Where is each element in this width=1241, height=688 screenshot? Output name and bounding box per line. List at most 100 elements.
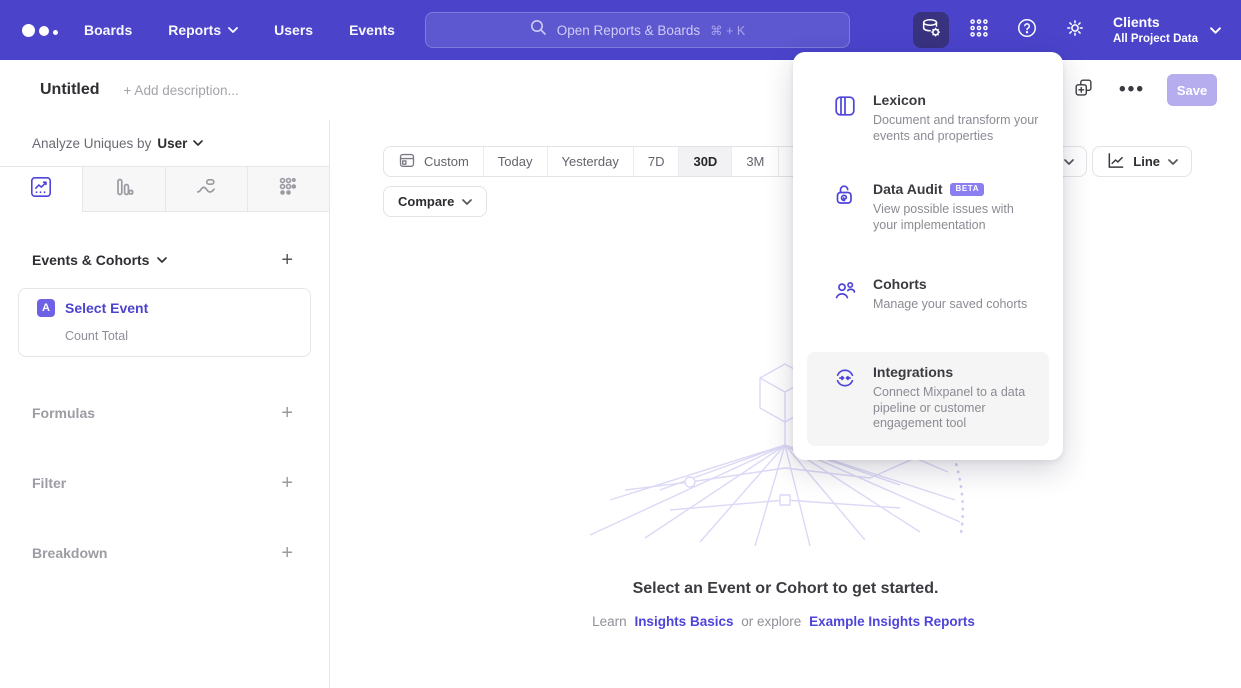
help-icon <box>1016 17 1038 44</box>
formulas-label: Formulas <box>32 405 95 421</box>
empty-state: Select an Event or Cohort to get started… <box>330 580 1241 629</box>
add-formula-button[interactable]: + <box>281 405 293 421</box>
menu-item-description: Connect Mixpanel to a data pipeline or c… <box>873 385 1039 432</box>
event-badge: A <box>37 299 55 317</box>
flow-chart-icon <box>194 175 218 204</box>
menu-item-title: Lexicon <box>873 92 926 108</box>
tab-line-chart[interactable] <box>0 167 82 212</box>
learn-text: Learn <box>592 614 627 629</box>
nav-label: Boards <box>84 22 132 38</box>
search-shortcut: ⌘ + K <box>710 23 745 38</box>
search-placeholder: Open Reports & Boards <box>557 23 700 38</box>
menu-item-data-audit[interactable]: Data Audit BETA View possible issues wit… <box>807 171 1049 243</box>
navbar-right: Clients All Project Data <box>913 0 1241 60</box>
beta-badge: BETA <box>950 183 984 196</box>
nav-item-events[interactable]: Events <box>349 22 395 38</box>
project-name: All Project Data <box>1113 32 1198 46</box>
analyze-value-dropdown[interactable]: User <box>157 136 203 151</box>
analyze-value: User <box>157 136 187 151</box>
calendar-icon <box>398 151 416 172</box>
range-yesterday[interactable]: Yesterday <box>547 147 633 176</box>
scatter-chart-icon <box>276 175 300 204</box>
tab-scatter-chart[interactable] <box>247 167 329 212</box>
events-cohorts-label: Events & Cohorts <box>32 252 149 268</box>
add-filter-button[interactable]: + <box>281 475 293 491</box>
breakdown-label: Breakdown <box>32 545 107 561</box>
range-7d[interactable]: 7D <box>633 147 679 176</box>
menu-item-integrations[interactable]: Integrations Connect Mixpanel to a data … <box>807 352 1049 446</box>
org-name: Clients <box>1113 14 1198 32</box>
range-label: Custom <box>424 154 469 169</box>
project-switcher[interactable]: Clients All Project Data <box>1113 14 1221 46</box>
chevron-down-icon <box>1064 159 1074 165</box>
menu-item-description: Manage your saved cohorts <box>873 297 1027 313</box>
data-audit-icon <box>833 183 857 207</box>
nav-item-boards[interactable]: Boards <box>84 22 132 38</box>
query-builder-sidebar: Analyze Uniques by User Events & Cohorts <box>0 120 330 688</box>
tab-flow-chart[interactable] <box>165 167 247 212</box>
data-management-button[interactable] <box>913 12 949 48</box>
tab-bar-chart[interactable] <box>82 167 164 212</box>
top-navbar: Boards Reports Users Events Open Reports… <box>0 0 1241 60</box>
range-label: 3M <box>746 154 764 169</box>
chevron-down-icon <box>1210 27 1221 34</box>
range-custom[interactable]: Custom <box>384 147 483 176</box>
settings-button[interactable] <box>1057 12 1093 48</box>
chart-type-tabs <box>0 166 329 212</box>
report-header-actions: ••• Save <box>1071 60 1217 120</box>
cohorts-people-icon <box>833 278 857 302</box>
report-title[interactable]: Untitled <box>40 81 100 99</box>
date-range-selector: Custom Today Yesterday 7D 30D 3M 6M <box>383 146 826 177</box>
formulas-section: Formulas + <box>32 399 293 427</box>
mixpanel-logo-icon[interactable] <box>22 24 66 37</box>
nav-item-reports[interactable]: Reports <box>168 22 238 38</box>
menu-item-description: View possible issues with your implement… <box>873 202 1039 233</box>
global-search-input[interactable]: Open Reports & Boards ⌘ + K <box>425 12 850 48</box>
add-event-button[interactable]: + <box>281 252 293 268</box>
duplicate-button[interactable] <box>1071 77 1097 103</box>
count-total-dropdown[interactable]: Count Total <box>65 329 128 343</box>
example-reports-link[interactable]: Example Insights Reports <box>809 614 975 629</box>
chevron-down-icon <box>193 140 203 146</box>
save-button[interactable]: Save <box>1167 74 1217 106</box>
lexicon-book-icon <box>833 94 857 118</box>
copy-plus-icon <box>1073 77 1095 104</box>
menu-item-lexicon[interactable]: Lexicon Document and transform your even… <box>807 82 1049 154</box>
add-description-field[interactable]: + Add description... <box>124 83 239 98</box>
empty-state-links: Learn Insights Basics or explore Example… <box>330 614 1241 629</box>
nav-item-users[interactable]: Users <box>274 22 313 38</box>
add-breakdown-button[interactable]: + <box>281 545 293 561</box>
range-today[interactable]: Today <box>483 147 547 176</box>
compare-dropdown[interactable]: Compare <box>383 186 487 217</box>
nav-label: Users <box>274 22 313 38</box>
bar-chart-icon <box>112 175 136 204</box>
menu-item-cohorts[interactable]: Cohorts Manage your saved cohorts <box>807 266 1049 323</box>
line-axis-icon <box>1106 151 1125 173</box>
nav-label: Reports <box>168 22 221 38</box>
insights-basics-link[interactable]: Insights Basics <box>634 614 733 629</box>
help-button[interactable] <box>1009 12 1045 48</box>
search-icon <box>530 19 547 41</box>
range-3m[interactable]: 3M <box>731 147 778 176</box>
filter-section: Filter + <box>32 469 293 497</box>
chevron-down-icon <box>1168 159 1178 165</box>
report-canvas: Custom Today Yesterday 7D 30D 3M 6M Comp… <box>330 120 1241 688</box>
compare-label: Compare <box>398 194 454 209</box>
menu-item-title: Integrations <box>873 364 953 380</box>
gear-icon <box>1064 17 1086 44</box>
select-event-button[interactable]: Select Event <box>65 300 148 316</box>
integrations-sync-icon <box>833 366 857 390</box>
grid-dots-icon <box>968 17 990 44</box>
range-30d[interactable]: 30D <box>678 147 731 176</box>
primary-nav: Boards Reports Users Events <box>84 22 395 38</box>
chart-type-dropdown[interactable]: Line <box>1092 146 1192 177</box>
chart-type-label: Line <box>1133 154 1160 169</box>
chevron-down-icon <box>228 27 238 33</box>
range-label: Today <box>498 154 533 169</box>
apps-grid-button[interactable] <box>961 12 997 48</box>
more-options-button[interactable]: ••• <box>1119 77 1145 103</box>
events-cohorts-toggle[interactable]: Events & Cohorts <box>32 252 167 268</box>
mixpanel-app: Boards Reports Users Events Open Reports… <box>0 0 1241 688</box>
data-management-menu: Lexicon Document and transform your even… <box>793 52 1063 460</box>
event-card[interactable]: A Select Event Count Total <box>18 288 311 357</box>
